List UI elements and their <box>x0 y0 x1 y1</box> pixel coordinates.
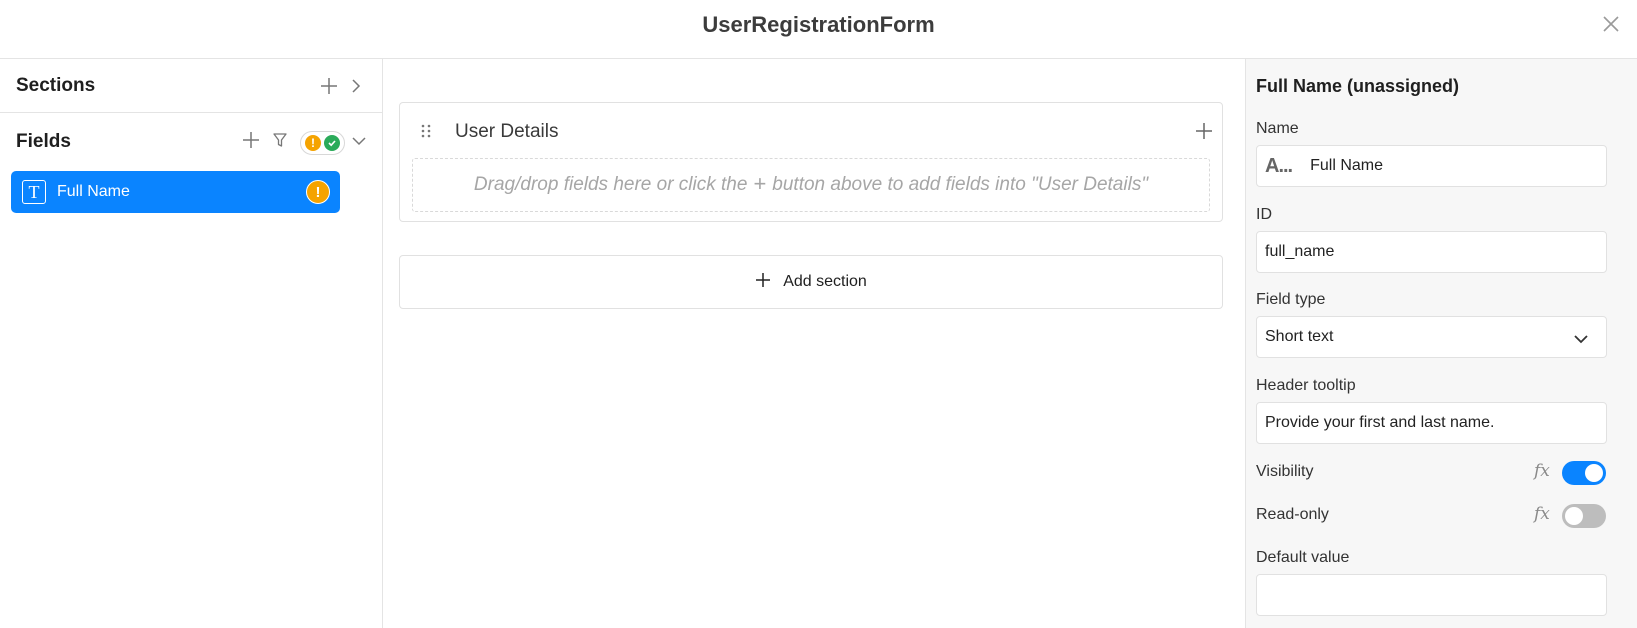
warning-icon: ! <box>306 180 330 204</box>
visibility-label: Visibility <box>1256 463 1314 480</box>
close-icon[interactable] <box>1601 14 1621 34</box>
default-value-input[interactable] <box>1256 574 1607 616</box>
field-type-select[interactable]: Short text <box>1256 316 1607 358</box>
add-field-to-section-icon[interactable] <box>1194 121 1214 141</box>
read-only-toggle[interactable] <box>1562 504 1606 528</box>
field-type-value: Short text <box>1265 328 1334 345</box>
fields-label: Fields <box>16 131 71 152</box>
drag-handle-icon[interactable] <box>420 123 432 139</box>
text-format-icon: A... <box>1265 154 1293 177</box>
name-value: Full Name <box>1310 157 1384 174</box>
field-type-label: Field type <box>1256 291 1326 308</box>
name-input[interactable]: A... Full Name <box>1256 145 1607 187</box>
text-type-icon: T <box>22 180 46 204</box>
add-section-label: Add section <box>783 273 867 290</box>
add-section-button[interactable]: Add section <box>399 255 1223 309</box>
id-input[interactable]: full_name <box>1256 231 1607 273</box>
section-card: User Details Drag/drop fields here or cl… <box>399 102 1223 222</box>
visibility-toggle[interactable] <box>1562 461 1606 485</box>
header-tooltip-input[interactable]: Provide your first and last name. <box>1256 402 1607 444</box>
warning-icon: ! <box>305 135 321 151</box>
sections-label: Sections <box>16 75 96 96</box>
default-value-label: Default value <box>1256 549 1350 566</box>
sections-header: Sections <box>0 59 382 113</box>
form-canvas: User Details Drag/drop fields here or cl… <box>383 59 1245 628</box>
field-item-full-name[interactable]: T Full Name ! <box>11 171 340 213</box>
header-tooltip-value: Provide your first and last name. <box>1265 414 1495 431</box>
drop-hint-prefix: Drag/drop fields here or click the <box>473 174 748 195</box>
properties-panel: Full Name (unassigned) Name A... Full Na… <box>1245 59 1637 628</box>
name-label: Name <box>1256 120 1299 137</box>
id-value: full_name <box>1265 243 1335 260</box>
filter-icon[interactable] <box>270 129 290 151</box>
add-field-icon[interactable] <box>240 129 262 151</box>
read-only-label: Read-only <box>1256 506 1329 523</box>
add-section-icon[interactable] <box>318 75 340 97</box>
drop-hint-suffix: button above to add fields into "User De… <box>772 174 1149 195</box>
plus-icon <box>755 272 771 293</box>
chevron-down-icon[interactable] <box>351 133 367 149</box>
id-label: ID <box>1256 206 1272 223</box>
field-dropzone[interactable]: Drag/drop fields here or click the + but… <box>412 158 1210 212</box>
chevron-down-icon <box>1574 331 1588 349</box>
window-title: UserRegistrationForm <box>702 12 935 37</box>
left-panel: Sections Fields ! T Full Name ! <box>0 59 383 628</box>
chevron-right-icon[interactable] <box>348 75 364 97</box>
status-filter-toggle[interactable]: ! <box>300 131 345 155</box>
properties-title: Full Name (unassigned) <box>1256 76 1460 96</box>
section-title[interactable]: User Details <box>455 121 558 143</box>
formula-icon[interactable]: fx <box>1534 461 1550 481</box>
header-tooltip-label: Header tooltip <box>1256 377 1356 394</box>
field-item-label: Full Name <box>57 183 130 200</box>
plus-icon: + <box>753 171 767 196</box>
title-bar: UserRegistrationForm <box>0 0 1637 59</box>
check-icon <box>324 135 340 151</box>
formula-icon[interactable]: fx <box>1534 504 1550 524</box>
